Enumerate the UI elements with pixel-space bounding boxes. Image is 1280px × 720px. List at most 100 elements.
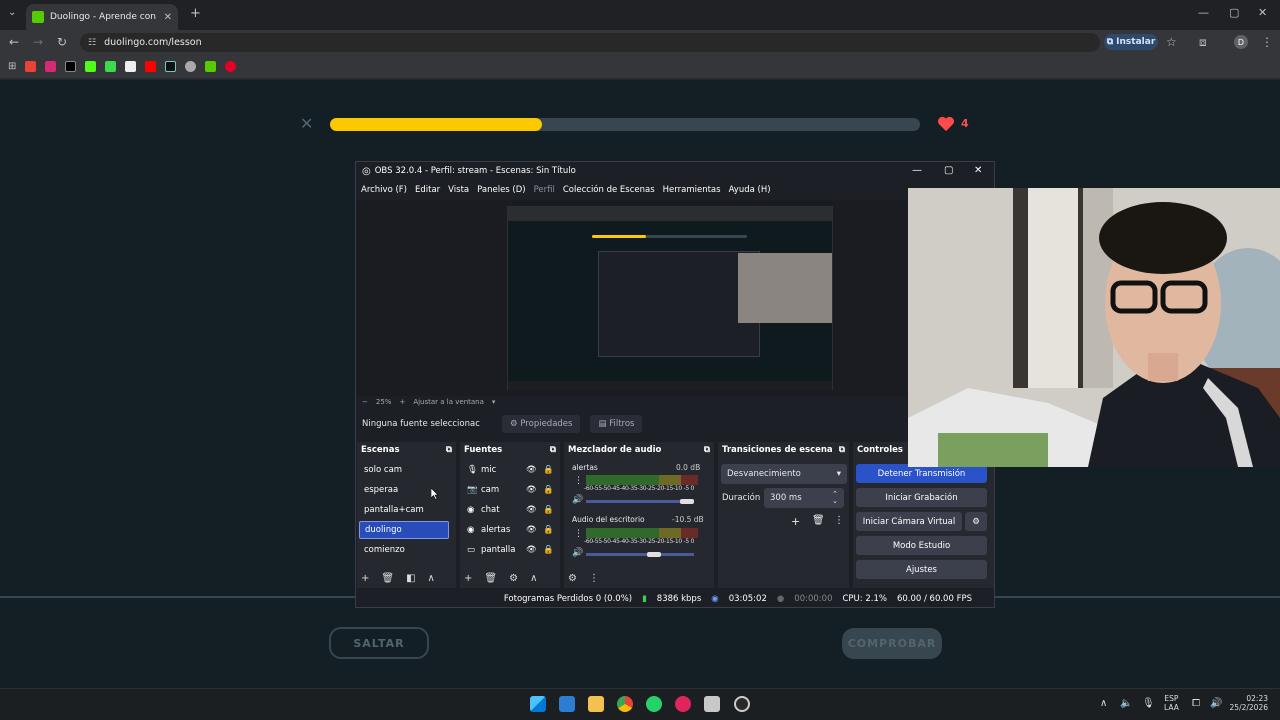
instagram-bookmark-icon[interactable] bbox=[45, 61, 57, 72]
menu-archivo[interactable]: Archivo (F) bbox=[361, 185, 407, 195]
scene-item[interactable]: pantalla+cam bbox=[359, 501, 449, 519]
obs-maximize-icon[interactable]: ▢ bbox=[944, 165, 953, 176]
clock[interactable]: 02:23 25/2/2026 bbox=[1228, 694, 1268, 712]
move-up-icon[interactable]: ∧ bbox=[428, 573, 435, 584]
visibility-eye-icon[interactable]: 👁 bbox=[526, 465, 543, 475]
virtual-camera-settings-icon[interactable]: ⚙ bbox=[965, 512, 987, 531]
minimize-window-icon[interactable]: — bbox=[1198, 6, 1209, 19]
close-window-icon[interactable]: ✕ bbox=[1258, 6, 1267, 19]
duolingo-bookmark-icon[interactable] bbox=[205, 61, 217, 72]
volume-slider-knob[interactable] bbox=[647, 552, 662, 557]
obs-preview-area[interactable] bbox=[356, 200, 907, 396]
zoom-out-button[interactable]: − bbox=[362, 398, 368, 406]
add-source-icon[interactable]: + bbox=[464, 573, 472, 584]
menu-paneles[interactable]: Paneles (D) bbox=[477, 185, 525, 195]
source-item[interactable]: 🎙 mic 👁 🔒 bbox=[462, 461, 558, 479]
whatsapp-icon[interactable] bbox=[646, 696, 662, 712]
zoom-dropdown-icon[interactable]: ▾ bbox=[492, 398, 496, 406]
source-item[interactable]: ◉ chat 👁 🔒 bbox=[462, 501, 558, 519]
media-player-icon[interactable] bbox=[675, 696, 691, 712]
volume-slider-track[interactable] bbox=[586, 553, 694, 556]
gmail-bookmark-icon[interactable] bbox=[25, 61, 37, 72]
zoom-in-button[interactable]: + bbox=[399, 398, 405, 406]
apps-grid-icon[interactable]: ⊞ bbox=[8, 61, 16, 72]
diamond-bookmark-icon[interactable] bbox=[125, 61, 137, 72]
dock-undock-icon[interactable]: ⧉ bbox=[704, 445, 710, 455]
filters-button[interactable]: ▤ Filtros bbox=[590, 415, 643, 433]
tiktok-bookmark-icon[interactable] bbox=[165, 61, 177, 72]
pinterest-bookmark-icon[interactable] bbox=[225, 61, 237, 72]
fit-to-window[interactable]: Ajustar a la ventana bbox=[413, 398, 484, 406]
source-item[interactable]: 📷 cam 👁 🔒 bbox=[462, 481, 558, 499]
lock-icon[interactable]: 🔒 bbox=[543, 505, 554, 515]
menu-ayuda[interactable]: Ayuda (H) bbox=[729, 185, 771, 195]
threads-bookmark-icon[interactable] bbox=[185, 61, 197, 72]
close-lesson-icon[interactable]: ✕ bbox=[300, 114, 313, 133]
move-up-icon[interactable]: ∧ bbox=[530, 573, 537, 584]
duration-spinbox[interactable]: 300 ms ⌃ ⌄ bbox=[764, 488, 844, 508]
youtube-bookmark-icon[interactable] bbox=[145, 61, 157, 72]
obs-minimize-icon[interactable]: — bbox=[912, 165, 922, 176]
site-info-icon[interactable]: ☷ bbox=[88, 38, 96, 48]
remove-transition-icon[interactable]: 🗑 bbox=[812, 515, 825, 526]
browser-tab[interactable]: Duolingo - Aprende con leccio ✕ bbox=[26, 4, 178, 30]
obs-close-icon[interactable]: ✕ bbox=[974, 165, 982, 176]
speaker-icon[interactable]: 🔊 bbox=[572, 495, 583, 505]
dock-undock-icon[interactable]: ⧉ bbox=[446, 445, 452, 455]
address-bar[interactable]: ☷ duolingo.com/lesson bbox=[80, 33, 1100, 52]
bookmark-star-icon[interactable]: ☆ bbox=[1166, 35, 1177, 49]
volume-slider-track[interactable] bbox=[586, 500, 694, 503]
lock-icon[interactable]: 🔒 bbox=[543, 545, 554, 555]
volume-slider-knob[interactable] bbox=[680, 499, 694, 504]
microphone-tray-icon[interactable]: 🎙 bbox=[1142, 698, 1155, 709]
lock-icon[interactable]: 🔒 bbox=[543, 485, 554, 495]
check-button[interactable]: COMPROBAR bbox=[842, 628, 942, 659]
x-bookmark-icon[interactable] bbox=[65, 61, 77, 72]
scene-filters-icon[interactable]: ◧ bbox=[406, 573, 415, 584]
source-item[interactable]: ◉ alertas 👁 🔒 bbox=[462, 521, 558, 539]
scene-item-selected[interactable]: duolingo bbox=[359, 521, 449, 539]
transition-menu-icon[interactable]: ⋮ bbox=[834, 515, 844, 526]
visibility-eye-icon[interactable]: 👁 bbox=[526, 505, 543, 515]
settings-button[interactable]: Ajustes bbox=[856, 560, 987, 579]
add-transition-icon[interactable]: + bbox=[791, 515, 800, 528]
menu-herramientas[interactable]: Herramientas bbox=[663, 185, 721, 195]
menu-perfil[interactable]: Perfil bbox=[534, 185, 555, 195]
add-scene-icon[interactable]: + bbox=[361, 573, 369, 584]
start-recording-button[interactable]: Iniciar Grabación bbox=[856, 488, 987, 507]
transition-select[interactable]: Desvanecimiento ▾ bbox=[721, 464, 847, 484]
spinner-arrows-icon[interactable]: ⌃ ⌄ bbox=[832, 491, 838, 505]
mixer-menu-icon[interactable]: ⋮ bbox=[589, 573, 599, 584]
maximize-window-icon[interactable]: ▢ bbox=[1229, 6, 1239, 19]
menu-coleccion-escenas[interactable]: Colección de Escenas bbox=[563, 185, 655, 195]
visibility-eye-icon[interactable]: 👁 bbox=[526, 485, 543, 495]
forward-icon[interactable]: → bbox=[33, 35, 43, 49]
visibility-eye-icon[interactable]: 👁 bbox=[526, 545, 543, 555]
language-indicator[interactable]: ESP LAA bbox=[1164, 694, 1179, 712]
skip-button[interactable]: SALTAR bbox=[329, 627, 429, 659]
new-tab-icon[interactable]: + bbox=[190, 6, 201, 21]
install-app-button[interactable]: ⧉ Instalar bbox=[1104, 34, 1158, 50]
remove-source-icon[interactable]: 🗑 bbox=[484, 573, 497, 584]
store-app-icon[interactable] bbox=[704, 696, 720, 712]
d-bookmark-icon[interactable] bbox=[105, 61, 117, 72]
remove-scene-icon[interactable]: 🗑 bbox=[381, 573, 394, 584]
kick-bookmark-icon[interactable] bbox=[85, 61, 97, 72]
speaker-icon[interactable]: 🔊 bbox=[572, 548, 583, 558]
back-icon[interactable]: ← bbox=[9, 35, 19, 49]
obs-taskbar-icon[interactable] bbox=[734, 696, 750, 712]
tab-search-chevron-icon[interactable]: ⌄ bbox=[8, 7, 16, 18]
extensions-icon[interactable]: ⧈ bbox=[1199, 35, 1207, 50]
start-menu-icon[interactable] bbox=[530, 696, 546, 712]
source-properties-icon[interactable]: ⚙ bbox=[509, 573, 518, 584]
reload-icon[interactable]: ↻ bbox=[57, 35, 67, 49]
scene-item[interactable]: comienzo bbox=[359, 541, 449, 559]
studio-mode-button[interactable]: Modo Estudio bbox=[856, 536, 987, 555]
channel-menu-icon[interactable]: ⋮ bbox=[574, 529, 583, 539]
dock-undock-icon[interactable]: ⧉ bbox=[550, 445, 556, 455]
file-explorer-icon[interactable] bbox=[588, 696, 604, 712]
advanced-audio-icon[interactable]: ⚙ bbox=[568, 573, 577, 584]
source-item[interactable]: ▭ pantalla 👁 🔒 bbox=[462, 541, 558, 559]
photos-app-icon[interactable] bbox=[559, 696, 575, 712]
channel-menu-icon[interactable]: ⋮ bbox=[574, 476, 583, 486]
